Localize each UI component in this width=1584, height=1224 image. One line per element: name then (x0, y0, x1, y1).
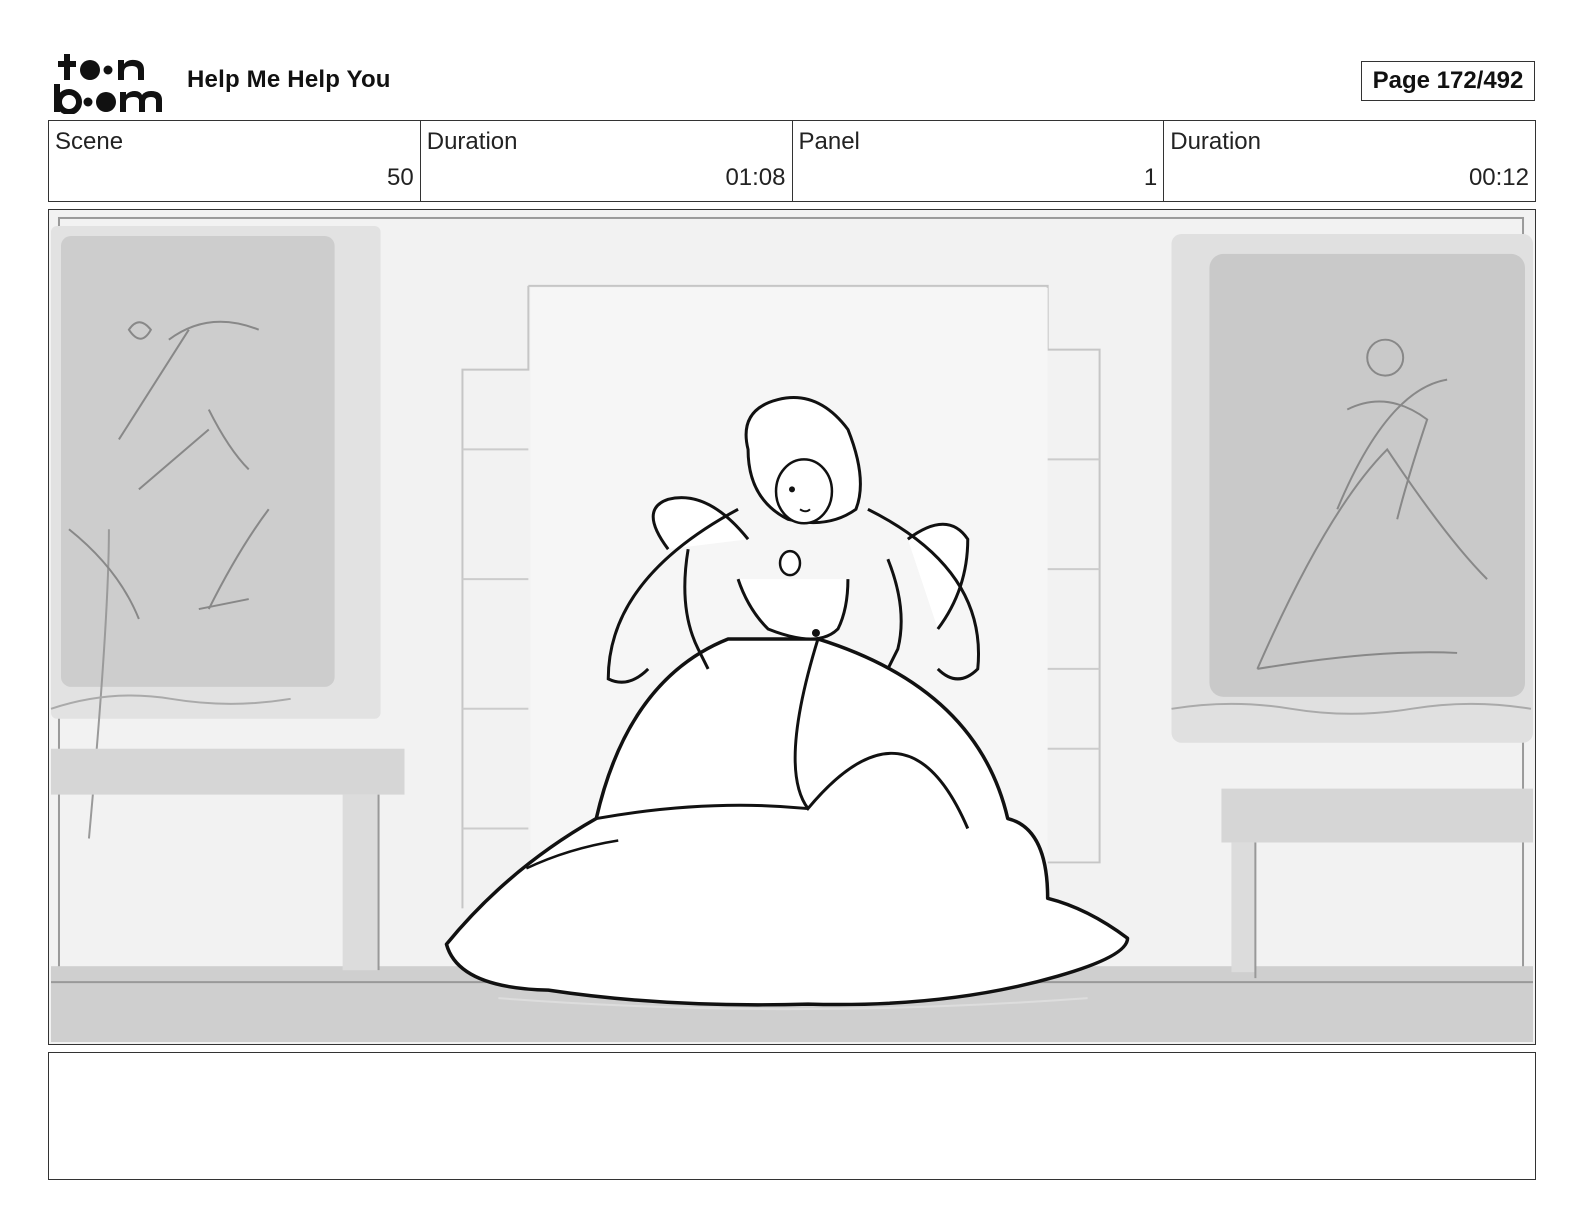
panel-number: 1 (1143, 164, 1158, 191)
panel-duration-value: 00:12 (1468, 164, 1529, 191)
scene-info-table: Scene 50 Duration 01:08 Panel 1 Duration… (48, 120, 1536, 202)
storyboard-panel (48, 209, 1536, 1045)
storyboard-sketch-icon (50, 216, 1534, 1043)
panel-duration-cell: Duration 00:12 (1164, 121, 1535, 201)
scene-number: 50 (387, 164, 414, 191)
scene-duration-label: Duration (426, 128, 518, 155)
panel-cell: Panel 1 (793, 121, 1165, 201)
panel-label: Panel (798, 128, 860, 155)
scene-duration-value: 01:08 (725, 164, 786, 191)
project-title: Help Me Help You (187, 66, 391, 93)
scene-label: Scene (55, 128, 124, 155)
panel-notes-box[interactable] (48, 1052, 1536, 1180)
page-counter: Page 172/492 (1361, 61, 1535, 101)
scene-duration-cell: Duration 01:08 (421, 121, 793, 201)
panel-duration-label: Duration (1170, 128, 1261, 155)
toon-boom-logo (50, 50, 168, 114)
scene-cell: Scene 50 (49, 121, 421, 201)
toon-boom-logo-icon (54, 54, 162, 114)
